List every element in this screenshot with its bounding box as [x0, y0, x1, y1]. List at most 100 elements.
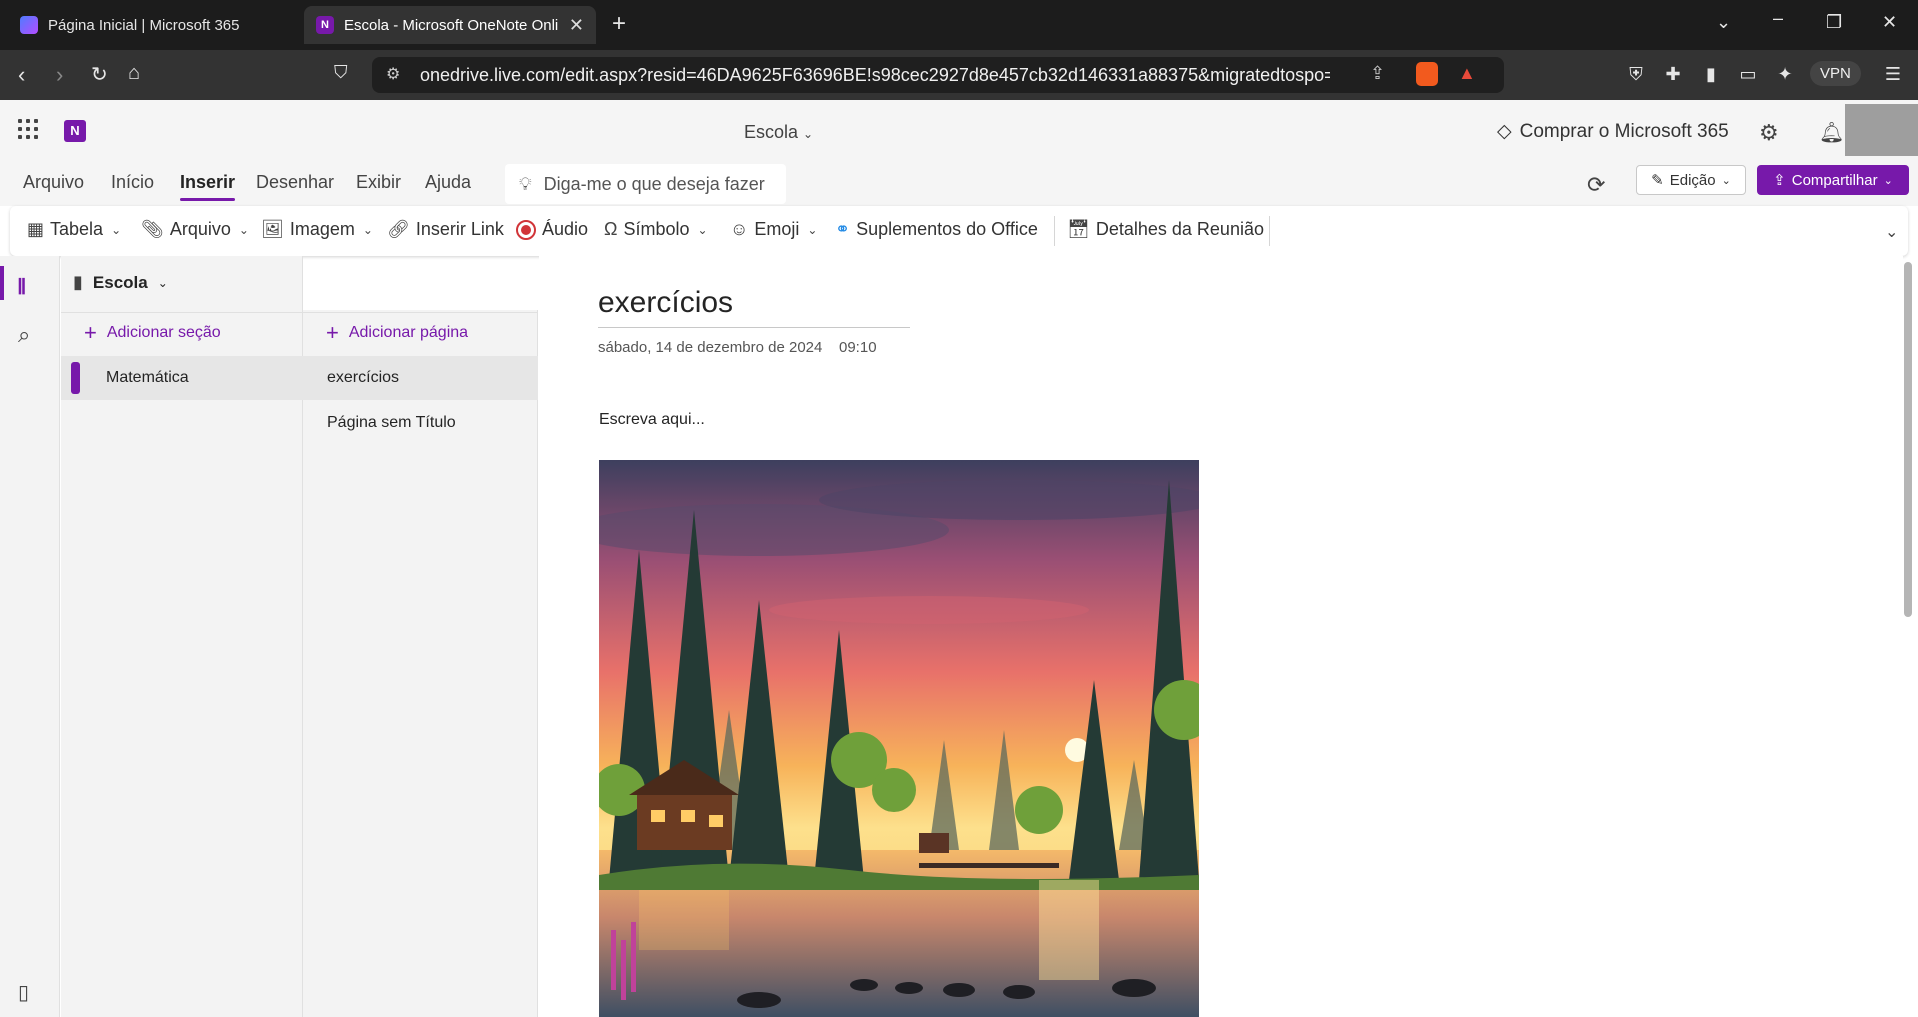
- notebook-title: Escola: [744, 122, 799, 142]
- page-label: exercícios: [327, 369, 400, 386]
- notifications-bell-icon[interactable]: 🔔︎: [1819, 120, 1844, 145]
- expand-ribbon-chevron-icon[interactable]: ⌄: [1883, 222, 1898, 242]
- audio-label: Áudio: [542, 219, 589, 239]
- share-label: Compartilhar: [1791, 171, 1878, 189]
- chevron-down-icon: ⌄: [362, 222, 373, 237]
- link-icon: 🔗︎: [387, 219, 410, 239]
- smiley-icon: ☺: [730, 219, 749, 239]
- title-underline: [598, 327, 910, 328]
- bitwarden-icon[interactable]: ⛨: [1625, 64, 1647, 86]
- tab-exibir[interactable]: Exibir: [356, 172, 401, 193]
- image-label: Imagem: [289, 219, 355, 239]
- page-item-exercicios[interactable]: exercícios: [303, 356, 538, 400]
- office-addins-button[interactable]: ⚭ Suplementos do Office: [835, 219, 1038, 240]
- leo-ai-icon[interactable]: ✦: [1774, 64, 1796, 86]
- insert-symbol-button[interactable]: Ω Símbolo ⌄: [604, 219, 708, 240]
- onenote-favicon-icon: N: [316, 16, 334, 34]
- insert-link-button[interactable]: 🔗︎ Inserir Link: [387, 219, 504, 240]
- onenote-logo-icon[interactable]: N: [64, 120, 86, 142]
- notebook-title-dropdown[interactable]: Escola ⌄: [744, 122, 813, 143]
- meeting-details-button[interactable]: 📅︎ Detalhes da Reunião: [1067, 219, 1264, 240]
- chevron-down-icon: ⌄: [1883, 174, 1893, 187]
- notebook-selector[interactable]: ▮ Escola ⌄: [73, 272, 168, 293]
- app-header: N Escola ⌄ ◇ Comprar o Microsoft 365 ⚙ 🔔︎: [0, 100, 1918, 164]
- url-text: onedrive.live.com/edit.aspx?resid=46DA96…: [420, 64, 1330, 85]
- buy-label: Comprar o Microsoft 365: [1519, 120, 1729, 142]
- sunset-lake-illustration: [599, 460, 1199, 1017]
- close-window-icon[interactable]: ✕: [1882, 12, 1897, 33]
- chevron-down-icon: ⌄: [111, 222, 122, 237]
- back-icon[interactable]: ‹: [18, 62, 25, 88]
- insert-file-button[interactable]: 📎︎ Arquivo ⌄: [141, 219, 249, 240]
- sync-icon[interactable]: ⟳: [1587, 172, 1605, 198]
- tab-inserir[interactable]: Inserir: [180, 172, 236, 201]
- tab-ajuda[interactable]: Ajuda: [425, 172, 471, 193]
- wallet-icon[interactable]: ▭: [1737, 64, 1759, 86]
- add-page-button[interactable]: + Adicionar página: [326, 322, 469, 344]
- restore-icon[interactable]: ❐: [1826, 12, 1842, 33]
- bookmark-icon[interactable]: ⛉: [334, 62, 348, 83]
- add-page-label: Adicionar página: [348, 324, 469, 341]
- lightbulb-icon: 💡︎: [519, 173, 532, 194]
- chevron-down-icon: ⌄: [807, 222, 818, 237]
- record-icon: [516, 219, 536, 240]
- notebooks-icon[interactable]: 𝍪: [18, 270, 25, 308]
- share-button[interactable]: ⇪ Compartilhar ⌄: [1757, 165, 1909, 195]
- settings-gear-icon[interactable]: ⚙: [1759, 120, 1779, 146]
- site-settings-icon[interactable]: ⚙: [386, 64, 400, 84]
- share-page-icon[interactable]: ⇪: [1370, 63, 1385, 84]
- tab-list-chevron-icon[interactable]: ⌄: [1716, 12, 1731, 33]
- insert-image-button[interactable]: 🖼︎ Imagem ⌄: [261, 219, 373, 240]
- browser-toolbar: ‹ › ↻ ⌂ ⛉ ⚙ onedrive.live.com/edit.aspx?…: [0, 50, 1918, 100]
- section-item-matematica[interactable]: Matemática: [61, 356, 303, 400]
- forward-icon[interactable]: ›: [56, 62, 63, 88]
- page-time: 09:10: [839, 339, 877, 356]
- insert-table-button[interactable]: ▦ Tabela ⌄: [27, 219, 121, 240]
- sidebar-icon[interactable]: ▮: [1700, 64, 1722, 86]
- tab-inicio[interactable]: Início: [111, 172, 154, 193]
- chevron-down-icon: ⌄: [238, 222, 249, 237]
- extensions-icon[interactable]: ✚: [1662, 64, 1684, 86]
- mobile-device-icon[interactable]: ▯: [18, 980, 29, 1005]
- browser-tab-strip: Página Inicial | Microsoft 365 N Escola …: [0, 0, 1918, 50]
- left-rail: 𝍪 ⌕ ▯: [0, 256, 60, 1017]
- address-bar[interactable]: ⚙ onedrive.live.com/edit.aspx?resid=46DA…: [372, 57, 1504, 93]
- page-body-text[interactable]: Escreva aqui...: [599, 411, 705, 429]
- page-title[interactable]: exercícios: [598, 286, 733, 320]
- symbol-label: Símbolo: [623, 219, 690, 239]
- browser-tab-microsoft365[interactable]: Página Inicial | Microsoft 365: [8, 6, 298, 44]
- brave-shields-icon[interactable]: [1416, 62, 1438, 86]
- addins-icon: ⚭: [835, 219, 851, 239]
- tab-arquivo[interactable]: Arquivo: [23, 172, 84, 193]
- home-icon[interactable]: ⌂: [128, 62, 140, 85]
- browser-menu-icon[interactable]: ☰: [1882, 64, 1904, 86]
- vpn-button[interactable]: VPN: [1810, 61, 1861, 86]
- ribbon-tabs: Arquivo Início Inserir Desenhar Exibir A…: [0, 164, 1918, 206]
- tell-me-search[interactable]: 💡︎ Diga-me o que deseja fazer: [505, 164, 786, 204]
- notebook-name: Escola: [92, 272, 148, 292]
- vertical-scrollbar[interactable]: [1904, 262, 1912, 617]
- editing-mode-button[interactable]: ✎ Edição ⌄: [1636, 165, 1746, 195]
- add-section-button[interactable]: + Adicionar seção: [84, 322, 221, 344]
- app-launcher-icon[interactable]: [18, 119, 40, 141]
- buy-microsoft365-link[interactable]: ◇ Comprar o Microsoft 365: [1497, 120, 1729, 143]
- tab-desenhar[interactable]: Desenhar: [256, 172, 334, 193]
- chevron-down-icon: ⌄: [697, 222, 708, 237]
- rail-active-indicator: [0, 266, 4, 300]
- minimize-icon[interactable]: –: [1773, 8, 1783, 29]
- omega-icon: Ω: [604, 219, 618, 239]
- avatar[interactable]: [1845, 104, 1918, 156]
- page-item-sem-titulo[interactable]: Página sem Título: [303, 401, 538, 445]
- browser-tab-onenote[interactable]: N Escola - Microsoft OneNote Online ✕: [304, 6, 596, 44]
- landscape-image[interactable]: [599, 460, 1199, 1017]
- close-tab-icon[interactable]: ✕: [569, 15, 584, 36]
- search-icon[interactable]: ⌕: [18, 322, 30, 348]
- new-tab-icon[interactable]: +: [612, 10, 626, 38]
- image-icon: 🖼︎: [261, 219, 284, 239]
- page-label: Página sem Título: [327, 414, 456, 431]
- brave-rewards-icon[interactable]: ▲: [1458, 63, 1476, 84]
- insert-audio-button[interactable]: Áudio: [516, 219, 588, 240]
- insert-emoji-button[interactable]: ☺ Emoji ⌄: [730, 219, 817, 240]
- ribbon-divider: [1054, 216, 1055, 246]
- reload-icon[interactable]: ↻: [91, 62, 108, 87]
